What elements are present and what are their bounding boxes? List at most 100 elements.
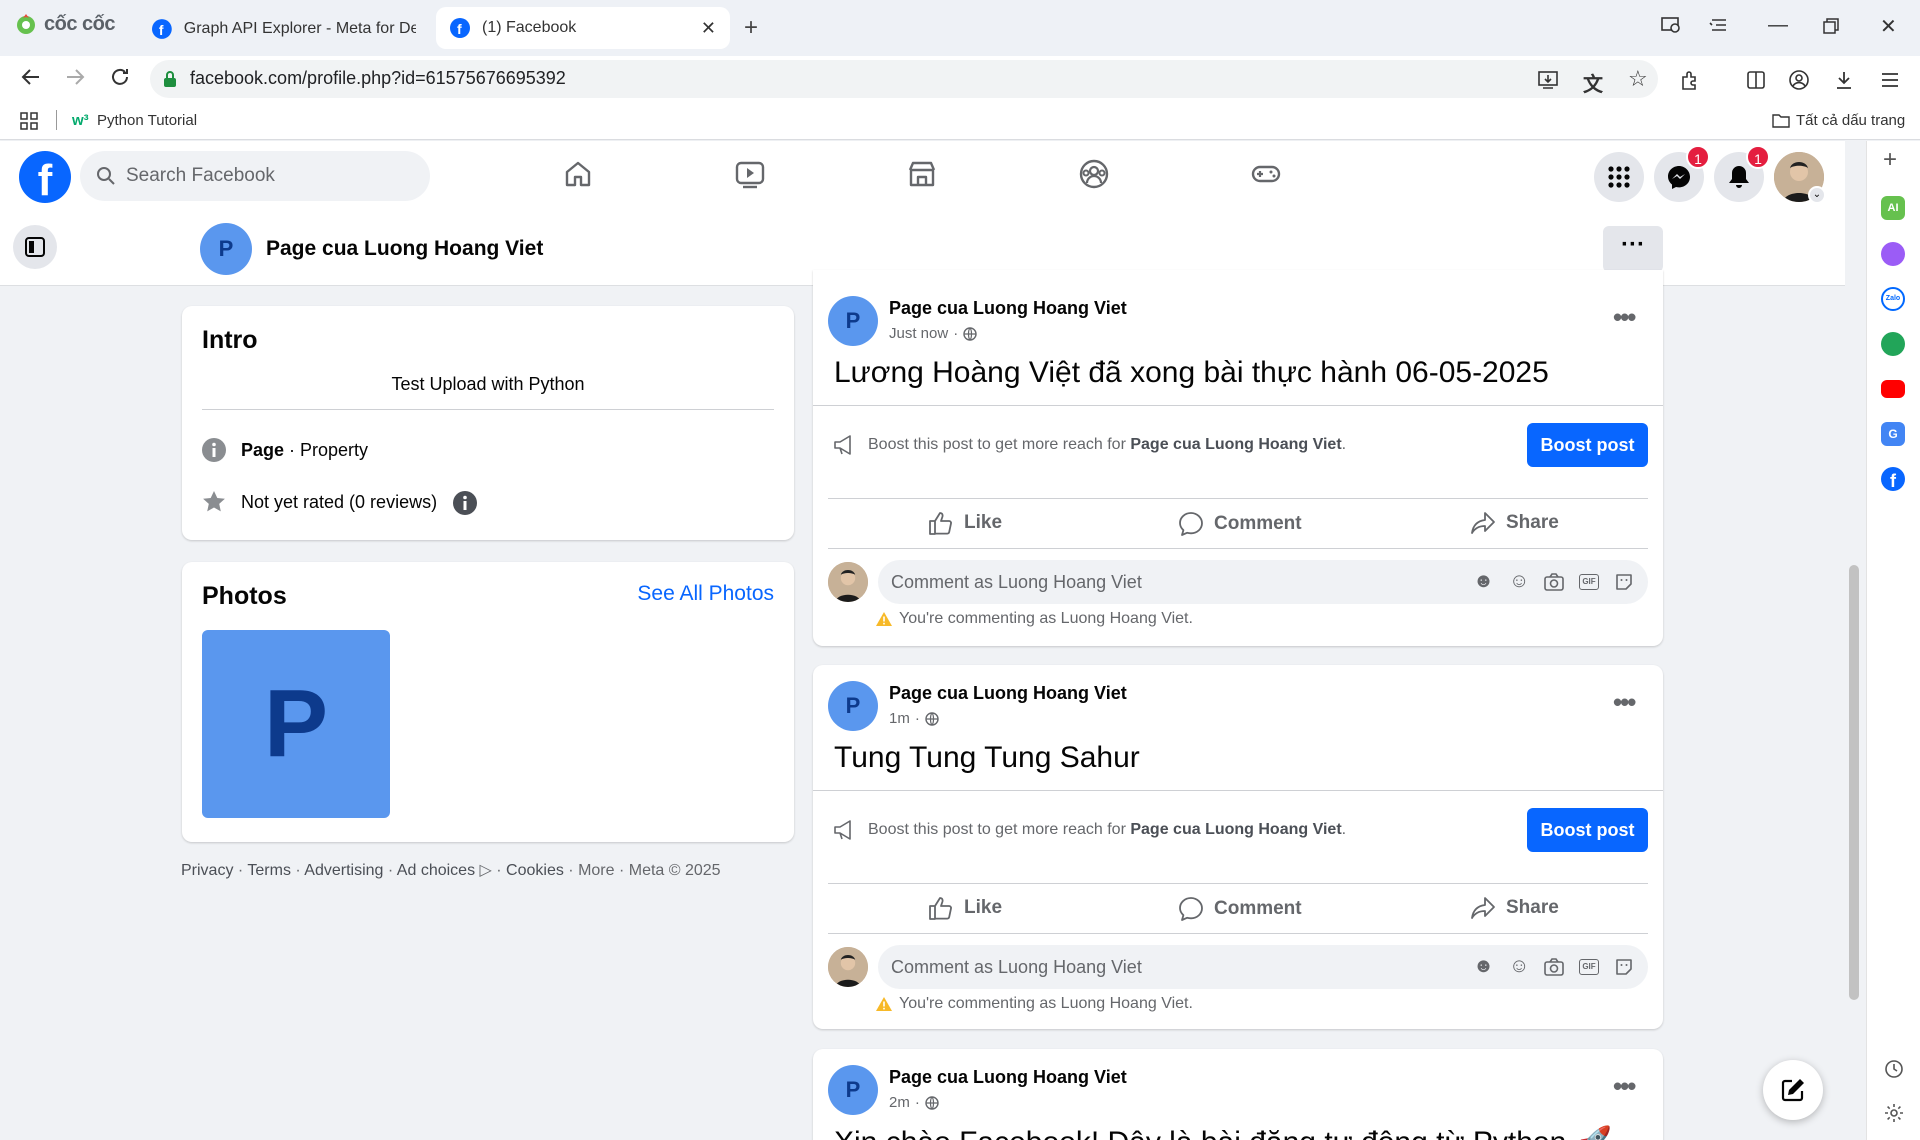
post-time[interactable]: Just now — [889, 325, 948, 342]
bookmark-star-icon[interactable]: ☆ — [1628, 66, 1648, 92]
gif-icon[interactable]: GIF — [1579, 574, 1599, 590]
search-input[interactable]: Search Facebook — [126, 165, 275, 187]
screenshot-icon[interactable] — [1660, 14, 1682, 36]
comment-input[interactable]: Comment as Luong Hoang Viet — [891, 572, 1142, 593]
minimize-icon[interactable]: — — [1768, 14, 1788, 37]
post-options-icon[interactable]: ••• — [1613, 687, 1636, 718]
sidebar-toggle-button[interactable] — [13, 225, 57, 269]
downloads-icon[interactable] — [1833, 69, 1855, 91]
like-button[interactable]: Like — [928, 896, 1002, 920]
app-root: cốc cốc f Graph API Explorer - Meta for … — [0, 0, 1920, 1140]
scrollbar-thumb[interactable] — [1849, 565, 1859, 1000]
gaming-icon[interactable] — [1250, 158, 1282, 190]
camera-icon[interactable] — [1544, 958, 1564, 976]
sticker-icon[interactable] — [1614, 957, 1634, 977]
forward-icon[interactable] — [64, 66, 86, 88]
close-window-icon[interactable]: ✕ — [1880, 14, 1897, 39]
new-message-button[interactable] — [1763, 1060, 1823, 1120]
url-text[interactable]: facebook.com/profile.php?id=615756766953… — [190, 68, 566, 89]
groups-icon[interactable] — [1078, 158, 1110, 190]
search-box[interactable]: Search Facebook — [80, 151, 430, 201]
sidebar-add-icon[interactable]: + — [1883, 146, 1897, 174]
page-name[interactable]: Page cua Luong Hoang Viet — [266, 237, 543, 261]
boost-post-button[interactable]: Boost post — [1527, 808, 1648, 852]
ai-assistant-icon[interactable]: AI — [1881, 196, 1905, 220]
emoji-icon[interactable]: ☺ — [1509, 570, 1529, 593]
share-button[interactable]: Share — [1470, 511, 1559, 535]
menu-icon[interactable] — [1880, 70, 1900, 90]
warning-icon — [876, 997, 892, 1011]
close-tab-icon[interactable]: ✕ — [701, 18, 716, 39]
footer-cookies[interactable]: Cookies — [506, 862, 564, 879]
page-avatar[interactable]: P — [200, 223, 252, 275]
comment-button[interactable]: Comment — [1178, 896, 1302, 922]
reload-icon[interactable] — [109, 66, 131, 88]
video-icon[interactable] — [734, 158, 766, 190]
footer-advertising[interactable]: Advertising — [304, 862, 383, 879]
account-chevron-icon[interactable]: ⌄ — [1808, 186, 1826, 204]
page-more-button[interactable]: ··· — [1603, 226, 1663, 272]
avatar-sticker-icon[interactable]: ☻ — [1473, 955, 1494, 978]
history-icon[interactable] — [1883, 1058, 1905, 1080]
post-options-icon[interactable]: ••• — [1613, 1071, 1636, 1102]
boost-post-button[interactable]: Boost post — [1527, 423, 1648, 467]
tab-facebook[interactable]: f (1) Facebook ✕ — [436, 7, 730, 49]
install-app-icon[interactable] — [1537, 69, 1559, 91]
see-all-photos-link[interactable]: See All Photos — [637, 582, 774, 606]
footer-terms[interactable]: Terms — [247, 862, 291, 879]
share-button[interactable]: Share — [1470, 896, 1559, 920]
restore-icon[interactable] — [1823, 18, 1839, 34]
facebook-sidebar-icon[interactable]: f — [1881, 467, 1905, 491]
page-footer: Privacy · Terms · Advertising · Ad choic… — [181, 862, 721, 879]
footer-ad-choices[interactable]: Ad choices — [397, 862, 475, 879]
all-bookmarks[interactable]: Tất cả dấu trang — [1796, 112, 1905, 129]
sidebar-icon[interactable] — [1745, 69, 1767, 91]
emoji-icon[interactable]: ☺ — [1509, 955, 1529, 978]
footer-privacy[interactable]: Privacy — [181, 862, 233, 879]
post-author-avatar[interactable]: P — [828, 1065, 878, 1115]
game-sidebar-icon[interactable] — [1881, 332, 1905, 356]
post-author-avatar[interactable]: P — [828, 681, 878, 731]
commenter-avatar[interactable] — [828, 562, 868, 602]
post-time[interactable]: 2m — [889, 1094, 910, 1111]
google-translate-icon[interactable]: G — [1881, 422, 1905, 446]
photo-thumbnail[interactable]: P — [202, 630, 390, 818]
commenter-avatar[interactable] — [828, 947, 868, 987]
bookmark-python-tutorial[interactable]: Python Tutorial — [97, 112, 197, 129]
gif-icon[interactable]: GIF — [1579, 959, 1599, 975]
settings-gear-icon[interactable] — [1883, 1102, 1905, 1124]
browser-tab-bar: cốc cốc f Graph API Explorer - Meta for … — [0, 0, 1920, 56]
comment-input[interactable]: Comment as Luong Hoang Viet — [891, 957, 1142, 978]
marketplace-icon[interactable] — [906, 158, 938, 190]
new-tab-icon[interactable]: + — [744, 14, 758, 42]
post-options-icon[interactable]: ••• — [1613, 302, 1636, 333]
facebook-logo-icon[interactable]: f — [19, 151, 71, 203]
zalo-icon[interactable]: Zalo — [1881, 287, 1905, 311]
post-author[interactable]: Page cua Luong Hoang Viet — [889, 298, 1127, 319]
youtube-icon[interactable] — [1881, 380, 1905, 398]
home-icon[interactable] — [562, 158, 594, 190]
post-meta: 1m · — [889, 710, 939, 727]
sticker-icon[interactable] — [1614, 572, 1634, 592]
comment-label: Comment — [1214, 513, 1302, 534]
tab-graph-api-explorer[interactable]: f Graph API Explorer - Meta for Develope… — [138, 8, 430, 50]
extensions-icon[interactable] — [1679, 69, 1701, 91]
camera-icon[interactable] — [1544, 573, 1564, 591]
reading-list-icon[interactable] — [1708, 14, 1730, 36]
profile-icon[interactable] — [1788, 69, 1810, 91]
post-author[interactable]: Page cua Luong Hoang Viet — [889, 1067, 1127, 1088]
translate-icon[interactable]: 文 — [1583, 68, 1603, 97]
menu-grid-button[interactable] — [1594, 152, 1644, 202]
back-icon[interactable] — [20, 66, 42, 88]
post-author-avatar[interactable]: P — [828, 296, 878, 346]
post-time[interactable]: 1m — [889, 710, 910, 727]
apps-grid-icon[interactable] — [20, 112, 38, 130]
rating-info-icon[interactable] — [452, 490, 478, 516]
comment-button[interactable]: Comment — [1178, 511, 1302, 537]
info-icon — [202, 438, 226, 462]
footer-more[interactable]: More — [578, 862, 614, 879]
messenger-sidebar-icon[interactable] — [1881, 242, 1905, 266]
avatar-sticker-icon[interactable]: ☻ — [1473, 570, 1494, 593]
post-author[interactable]: Page cua Luong Hoang Viet — [889, 683, 1127, 704]
like-button[interactable]: Like — [928, 511, 1002, 535]
